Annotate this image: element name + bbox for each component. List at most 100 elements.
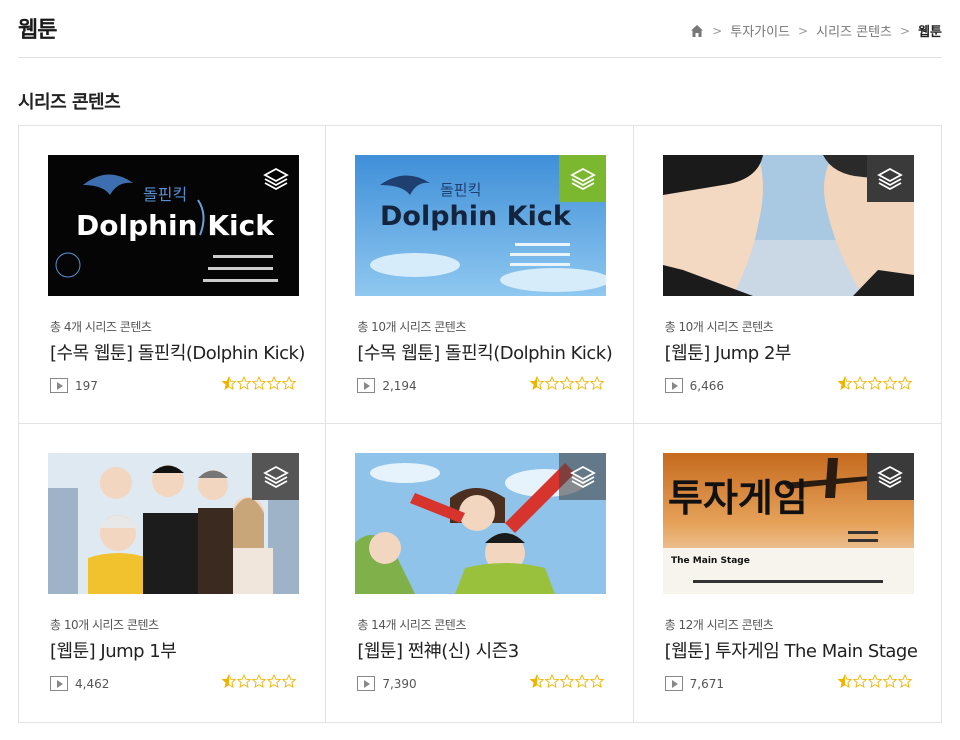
play-icon — [50, 378, 68, 393]
star-icon — [898, 376, 912, 390]
series-count: 총 10개 시리즈 콘텐츠 — [357, 320, 466, 334]
view-count-value: 7,671 — [689, 676, 725, 691]
series-title[interactable]: [수목 웹툰] 돌핀킥(Dolphin Kick) — [357, 339, 617, 365]
thumb-subtitle: 돌핀킥 — [143, 185, 187, 204]
thumb-subtitle: The Main Stage — [671, 556, 750, 566]
layers-icon — [877, 465, 904, 488]
series-card[interactable]: 총 10개 시리즈 콘텐츠 [웹툰] Jump 1부 4,462 — [19, 424, 327, 722]
star-icon — [838, 674, 852, 688]
series-card[interactable]: 돌핀킥 Dolphin Kick 총 4개 시리즈 콘텐츠 [수목 웹툰] 돌핀… — [19, 126, 327, 424]
play-icon — [664, 676, 683, 691]
page-header: 웹툰 > 투자가이드 > 시리즈 콘텐츠 > 웹툰 — [18, 0, 942, 58]
series-badge — [866, 453, 914, 500]
star-icon — [267, 674, 282, 688]
thumb-title: Dolphin Kick — [76, 209, 275, 242]
series-card[interactable]: 돌핀킥 Dolphin Kick 총 10개 시리즈 콘텐츠 [수목 웹툰] 돌… — [326, 126, 634, 424]
star-icon — [853, 674, 867, 688]
star-icon — [868, 674, 882, 688]
series-grid: 돌핀킥 Dolphin Kick 총 4개 시리즈 콘텐츠 [수목 웹툰] 돌핀… — [18, 125, 942, 723]
series-title[interactable]: [웹툰] 투자게임 The Main Stage — [665, 637, 925, 663]
star-icon — [589, 376, 604, 390]
star-icon — [838, 376, 852, 390]
star-icon — [529, 674, 544, 688]
star-icon — [853, 376, 867, 390]
section-title: 시리즈 콘텐츠 — [18, 92, 121, 113]
layers-icon — [262, 465, 289, 488]
star-icon — [222, 376, 237, 390]
series-count: 총 4개 시리즈 콘텐츠 — [50, 320, 152, 334]
view-count: 7,671 — [664, 676, 725, 691]
series-count: 총 10개 시리즈 콘텐츠 — [664, 320, 774, 334]
star-icon — [282, 376, 297, 390]
series-badge — [252, 155, 299, 202]
series-title[interactable]: [웹툰] Jump 2부 — [665, 339, 925, 365]
series-title[interactable]: [수목 웹툰] 돌핀킥(Dolphin Kick) — [50, 339, 310, 365]
series-card[interactable]: 투자게임 The Main Stage 총 12개 시리즈 콘텐츠 [웹툰] 투… — [634, 424, 941, 722]
series-card[interactable]: 총 10개 시리즈 콘텐츠 [웹툰] Jump 2부 6,466 — [633, 126, 941, 424]
chevron-right-icon: > — [712, 23, 723, 38]
star-icon — [267, 376, 282, 390]
breadcrumb-item-current: 웹툰 — [918, 25, 942, 40]
star-rating — [529, 376, 604, 390]
play-icon — [664, 378, 683, 393]
layers-icon — [569, 465, 596, 488]
series-badge — [866, 155, 914, 202]
star-icon — [237, 674, 252, 688]
series-badge — [559, 155, 607, 202]
thumb-title: Dolphin Kick — [380, 201, 572, 232]
series-title[interactable]: [웹툰] Jump 1부 — [50, 637, 310, 663]
thumbnail[interactable]: 돌핀킥 Dolphin Kick — [48, 155, 299, 296]
star-icon — [252, 376, 267, 390]
page-title: 웹툰 — [18, 18, 57, 43]
view-count-value: 197 — [75, 378, 98, 393]
layers-icon — [262, 167, 289, 190]
view-count: 6,466 — [664, 378, 725, 393]
home-icon[interactable] — [690, 24, 704, 38]
star-rating — [222, 376, 297, 390]
layers-icon — [877, 167, 904, 190]
series-badge — [559, 453, 607, 500]
breadcrumb-item-series[interactable]: 시리즈 콘텐츠 — [816, 21, 892, 40]
star-icon — [559, 376, 574, 390]
star-icon — [237, 376, 252, 390]
thumbnail[interactable]: 돌핀킥 Dolphin Kick — [355, 155, 607, 296]
star-icon — [529, 376, 544, 390]
play-icon — [357, 676, 376, 691]
thumb-title: 투자게임 — [668, 476, 808, 520]
star-icon — [883, 376, 897, 390]
view-count: 2,194 — [357, 378, 417, 393]
chevron-right-icon: > — [900, 23, 911, 38]
view-count: 7,390 — [357, 676, 417, 691]
star-rating — [838, 376, 912, 390]
star-rating — [838, 674, 912, 688]
series-title[interactable]: [웹툰] 쩐神(신) 시즌3 — [357, 637, 617, 663]
view-count: 4,462 — [50, 676, 109, 691]
star-icon — [559, 674, 574, 688]
star-icon — [544, 376, 559, 390]
thumbnail[interactable]: 투자게임 The Main Stage — [662, 453, 914, 594]
breadcrumb-item-guide[interactable]: 투자가이드 — [730, 21, 790, 40]
series-badge — [252, 453, 299, 500]
chevron-right-icon: > — [798, 23, 809, 38]
star-icon — [252, 674, 267, 688]
star-icon — [574, 376, 589, 390]
series-count: 총 14개 시리즈 콘텐츠 — [357, 618, 466, 632]
thumbnail[interactable] — [662, 155, 914, 296]
view-count-value: 7,390 — [382, 676, 417, 691]
series-card[interactable]: 총 14개 시리즈 콘텐츠 [웹툰] 쩐神(신) 시즌3 7,390 — [326, 424, 634, 722]
view-count-value: 2,194 — [382, 378, 417, 393]
thumb-subtitle: 돌핀킥 — [440, 181, 481, 199]
thumbnail[interactable] — [48, 453, 299, 594]
star-icon — [868, 376, 882, 390]
breadcrumb: > 투자가이드 > 시리즈 콘텐츠 > 웹툰 — [690, 21, 942, 40]
star-icon — [574, 674, 589, 688]
star-rating — [529, 674, 604, 688]
thumbnail[interactable] — [355, 453, 607, 594]
star-icon — [883, 674, 897, 688]
play-icon — [50, 676, 68, 691]
star-icon — [222, 674, 237, 688]
star-icon — [589, 674, 604, 688]
view-count: 197 — [50, 378, 98, 393]
star-icon — [282, 674, 297, 688]
view-count-value: 6,466 — [689, 378, 725, 393]
